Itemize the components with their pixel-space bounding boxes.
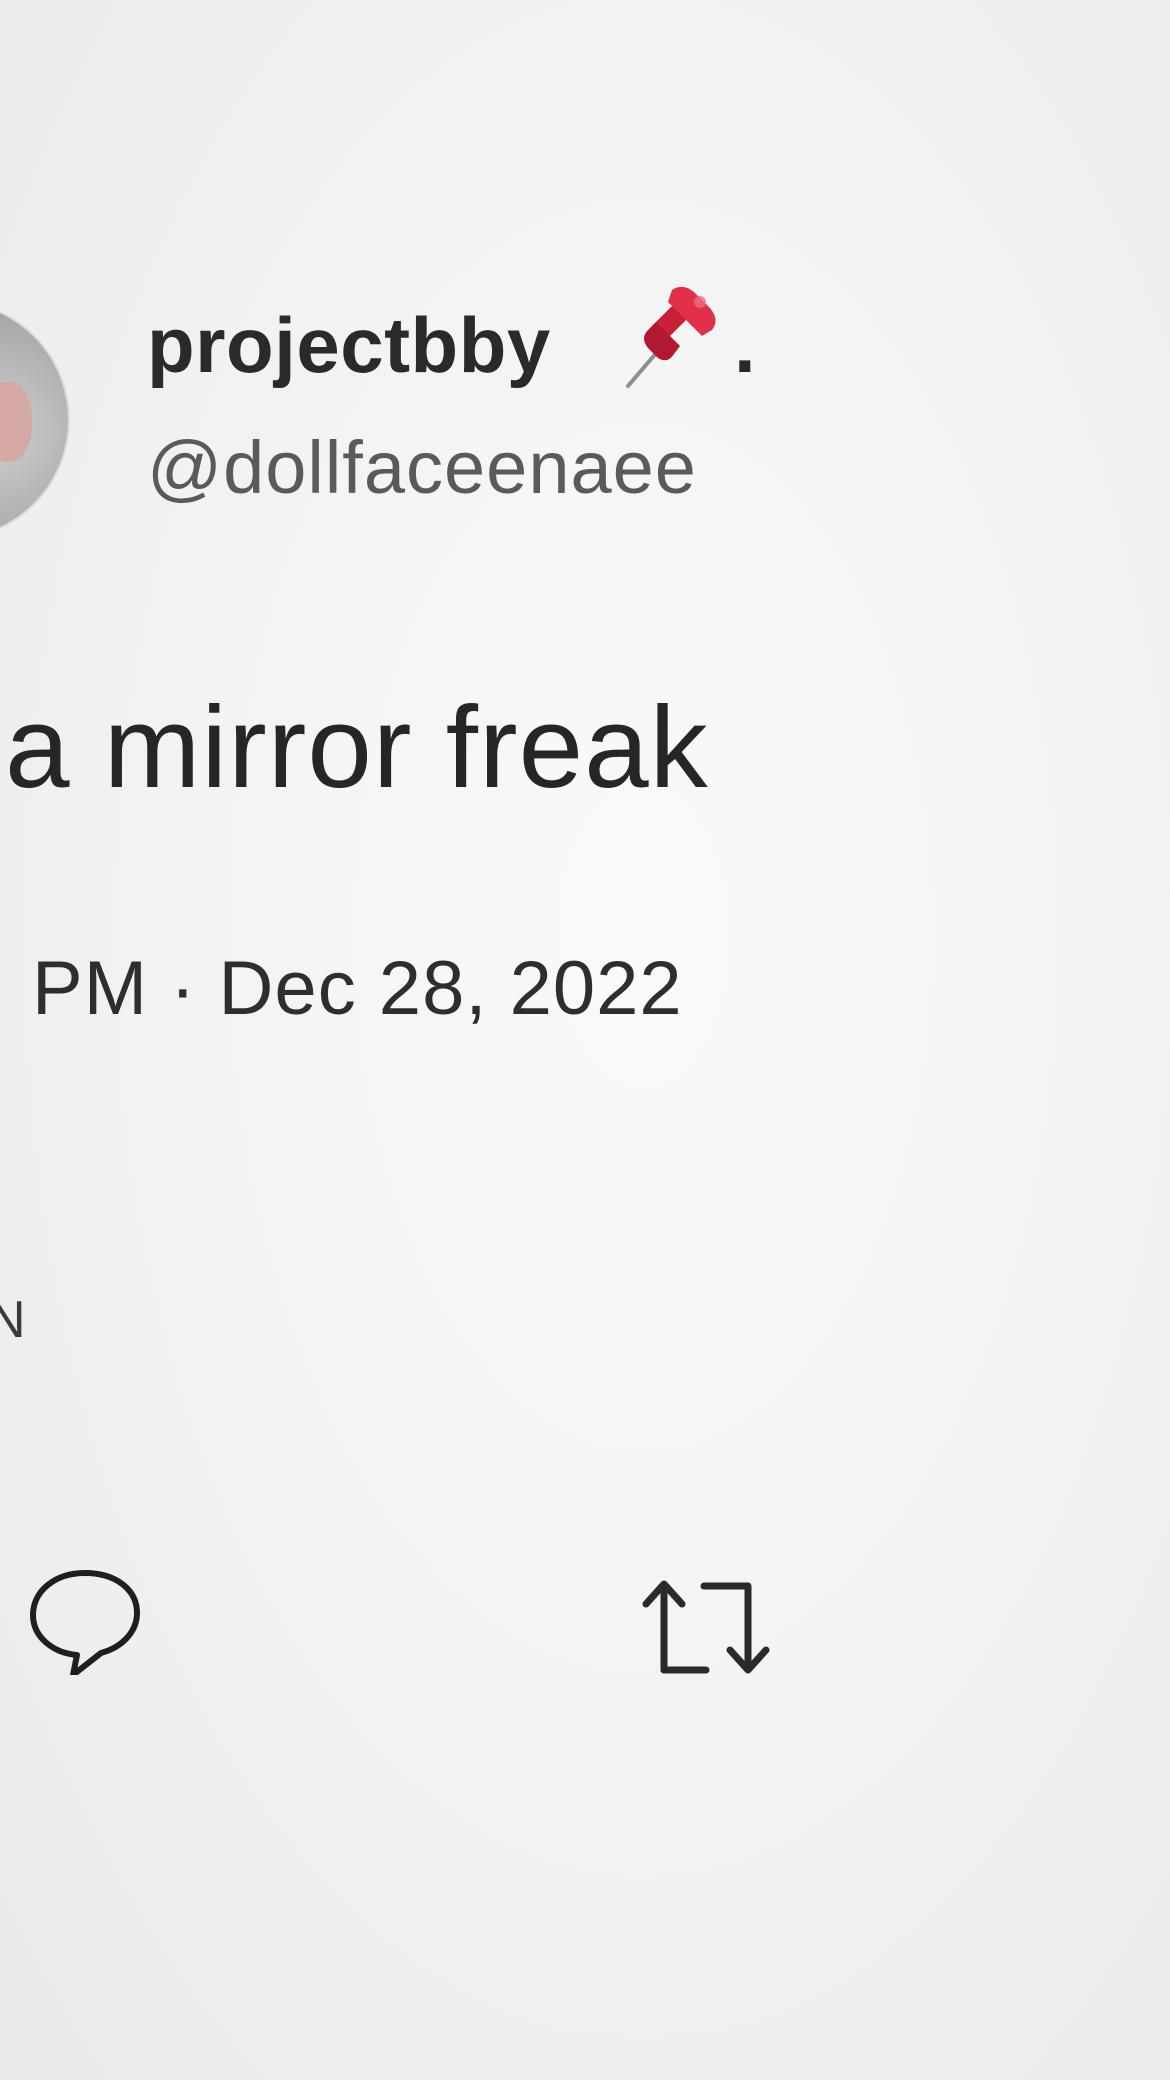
avatar-photo-detail	[0, 382, 32, 462]
tweet-text: a mirror freak	[5, 682, 709, 812]
display-name-suffix: .	[734, 301, 756, 389]
display-name[interactable]: projectbby	[147, 300, 551, 391]
pushpin-icon	[626, 286, 716, 388]
user-handle[interactable]: @dollfaceenaee	[147, 425, 697, 510]
tweet-timestamp[interactable]: PM · Dec 28, 2022	[32, 945, 683, 1032]
tweet-screen: projectbby . @dollfaceenaee a mirror fre…	[0, 0, 1170, 2080]
avatar[interactable]	[0, 300, 70, 540]
cut-off-label: N	[0, 1291, 26, 1349]
reply-icon[interactable]	[25, 1565, 145, 1675]
retweet-icon[interactable]	[640, 1570, 775, 1680]
